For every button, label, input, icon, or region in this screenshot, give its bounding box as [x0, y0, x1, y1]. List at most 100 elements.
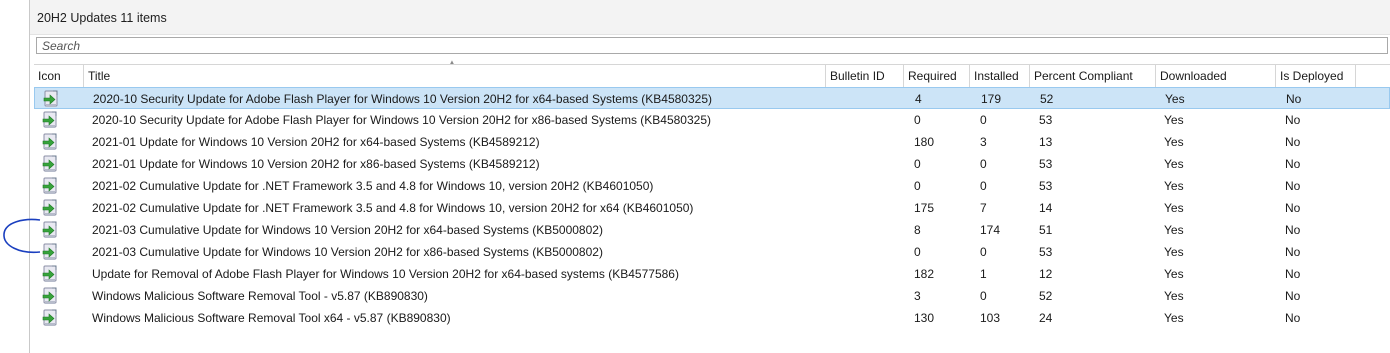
- row-required: 175: [914, 201, 935, 215]
- row-downloaded: Yes: [1164, 179, 1184, 193]
- row-installed: 7: [980, 201, 987, 215]
- row-is-deployed: No: [1285, 267, 1301, 281]
- column-header-is-deployed[interactable]: Is Deployed: [1276, 65, 1356, 87]
- row-downloaded: Yes: [1164, 267, 1184, 281]
- column-header-percent-compliant[interactable]: Percent Compliant: [1030, 65, 1156, 87]
- table-row[interactable]: 2020-10 Security Update for Adobe Flash …: [34, 87, 1390, 109]
- row-is-deployed: No: [1285, 245, 1301, 259]
- results-header: 20H2 Updates 11 items: [30, 0, 1390, 35]
- column-header-downloaded[interactable]: Downloaded: [1156, 65, 1276, 87]
- column-header-bulletin-id[interactable]: Bulletin ID: [826, 65, 904, 87]
- search-input[interactable]: [36, 37, 1388, 54]
- row-title: 2021-03 Cumulative Update for Windows 10…: [92, 245, 603, 259]
- row-required: 4: [915, 92, 922, 106]
- row-installed: 0: [980, 289, 987, 303]
- software-update-icon: [40, 132, 60, 152]
- row-is-deployed: No: [1285, 201, 1301, 215]
- row-installed: 0: [980, 245, 987, 259]
- row-required: 180: [914, 135, 935, 149]
- column-header-installed[interactable]: Installed: [970, 65, 1030, 87]
- row-is-deployed: No: [1285, 113, 1301, 127]
- row-percent-compliant: 12: [1039, 267, 1053, 281]
- row-installed: 1: [980, 267, 987, 281]
- row-installed: 0: [980, 179, 987, 193]
- column-header-icon[interactable]: Icon: [34, 65, 84, 87]
- row-installed: 179: [981, 92, 1002, 106]
- software-update-icon: [40, 110, 60, 130]
- row-downloaded: Yes: [1164, 157, 1184, 171]
- row-title: 2021-02 Cumulative Update for .NET Frame…: [92, 179, 654, 193]
- row-required: 3: [914, 289, 921, 303]
- software-update-icon: [40, 242, 60, 262]
- row-is-deployed: No: [1285, 223, 1301, 237]
- software-update-icon: [40, 220, 60, 240]
- row-installed: 103: [980, 311, 1001, 325]
- row-title: 2021-01 Update for Windows 10 Version 20…: [92, 135, 540, 149]
- row-downloaded: Yes: [1164, 201, 1184, 215]
- row-title: Update for Removal of Adobe Flash Player…: [92, 267, 679, 281]
- software-update-icon: [41, 89, 61, 109]
- row-percent-compliant: 53: [1039, 245, 1053, 259]
- table-row[interactable]: Windows Malicious Software Removal Tool …: [34, 285, 1390, 307]
- row-percent-compliant: 13: [1039, 135, 1053, 149]
- row-is-deployed: No: [1285, 289, 1301, 303]
- column-header-title[interactable]: Title: [84, 65, 826, 87]
- row-percent-compliant: 24: [1039, 311, 1053, 325]
- row-is-deployed: No: [1285, 157, 1301, 171]
- row-installed: 3: [980, 135, 987, 149]
- table-row[interactable]: 2021-02 Cumulative Update for .NET Frame…: [34, 197, 1390, 219]
- row-is-deployed: No: [1285, 179, 1301, 193]
- row-percent-compliant: 53: [1039, 157, 1053, 171]
- software-update-icon: [40, 198, 60, 218]
- row-percent-compliant: 53: [1039, 179, 1053, 193]
- table-row[interactable]: 2021-01 Update for Windows 10 Version 20…: [34, 131, 1390, 153]
- hand-drawn-bracket-annotation: [3, 218, 41, 254]
- row-percent-compliant: 52: [1040, 92, 1054, 106]
- row-required: 182: [914, 267, 935, 281]
- row-title: Windows Malicious Software Removal Tool …: [92, 289, 428, 303]
- row-downloaded: Yes: [1164, 135, 1184, 149]
- row-required: 0: [914, 179, 921, 193]
- table-row[interactable]: 2021-02 Cumulative Update for .NET Frame…: [34, 175, 1390, 197]
- row-title: 2020-10 Security Update for Adobe Flash …: [93, 92, 713, 106]
- row-is-deployed: No: [1286, 92, 1302, 106]
- row-installed: 174: [980, 223, 1001, 237]
- row-title: 2021-02 Cumulative Update for .NET Frame…: [92, 201, 694, 215]
- row-title: Windows Malicious Software Removal Tool …: [92, 311, 451, 325]
- row-required: 130: [914, 311, 935, 325]
- row-downloaded: Yes: [1164, 289, 1184, 303]
- software-update-icon: [40, 154, 60, 174]
- updates-table: 2020-10 Security Update for Adobe Flash …: [34, 87, 1390, 329]
- row-percent-compliant: 14: [1039, 201, 1053, 215]
- row-downloaded: Yes: [1164, 245, 1184, 259]
- row-required: 0: [914, 113, 921, 127]
- row-required: 0: [914, 157, 921, 171]
- software-update-icon: [40, 264, 60, 284]
- results-title: 20H2 Updates 11 items: [37, 11, 167, 25]
- software-update-icon: [40, 286, 60, 306]
- table-row[interactable]: 2020-10 Security Update for Adobe Flash …: [34, 109, 1390, 131]
- table-row[interactable]: Update for Removal of Adobe Flash Player…: [34, 263, 1390, 285]
- row-title: 2020-10 Security Update for Adobe Flash …: [92, 113, 712, 127]
- row-installed: 0: [980, 157, 987, 171]
- table-row[interactable]: Windows Malicious Software Removal Tool …: [34, 307, 1390, 329]
- software-update-icon: [40, 308, 60, 328]
- row-downloaded: Yes: [1164, 113, 1184, 127]
- table-row[interactable]: 2021-03 Cumulative Update for Windows 10…: [34, 219, 1390, 241]
- row-title: 2021-01 Update for Windows 10 Version 20…: [92, 157, 540, 171]
- grid-header: Icon Title Bulletin ID Required Installe…: [34, 64, 1390, 88]
- row-percent-compliant: 51: [1039, 223, 1053, 237]
- row-required: 0: [914, 245, 921, 259]
- left-rail: [0, 0, 30, 353]
- table-row[interactable]: 2021-01 Update for Windows 10 Version 20…: [34, 153, 1390, 175]
- row-required: 8: [914, 223, 921, 237]
- row-downloaded: Yes: [1165, 92, 1185, 106]
- row-installed: 0: [980, 113, 987, 127]
- row-percent-compliant: 52: [1039, 289, 1053, 303]
- software-update-icon: [40, 176, 60, 196]
- table-row[interactable]: 2021-03 Cumulative Update for Windows 10…: [34, 241, 1390, 263]
- row-title: 2021-03 Cumulative Update for Windows 10…: [92, 223, 603, 237]
- row-is-deployed: No: [1285, 135, 1301, 149]
- column-header-required[interactable]: Required: [904, 65, 970, 87]
- row-downloaded: Yes: [1164, 311, 1184, 325]
